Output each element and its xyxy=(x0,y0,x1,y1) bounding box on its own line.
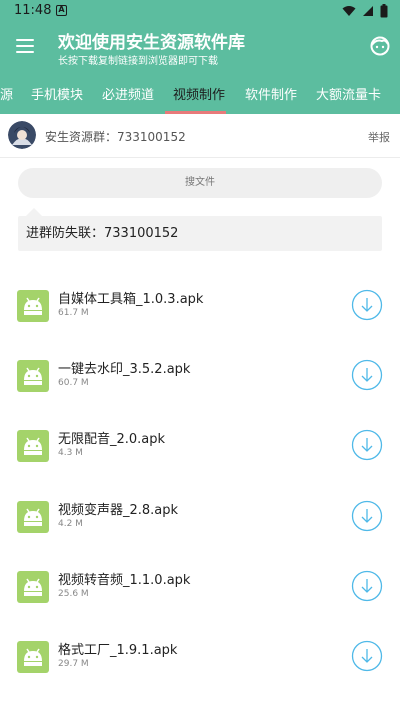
android-icon xyxy=(17,290,49,322)
signal-icon xyxy=(363,6,373,16)
menu-icon[interactable] xyxy=(16,39,34,53)
android-icon xyxy=(17,500,49,533)
file-name: 格式工厂_1.9.1.apk xyxy=(58,642,178,658)
app-subtitle: 长按下载复制链接到浏览器即可下载 xyxy=(58,56,218,67)
report-link[interactable]: 举报 xyxy=(368,129,390,145)
file-item[interactable]: 无限配音_2.0.apk 4.3 M xyxy=(0,410,400,480)
download-icon[interactable] xyxy=(351,289,383,321)
notification-a-icon: A xyxy=(56,5,67,16)
tab-must-join[interactable]: 必进频道 xyxy=(102,84,154,103)
file-name: 无限配音_2.0.apk xyxy=(58,432,166,448)
file-size: 29.7 M xyxy=(58,658,89,669)
search-input[interactable]: 搜文件 xyxy=(18,168,382,198)
file-size: 60.7 M xyxy=(58,378,89,389)
group-info-row[interactable]: 安生资源群：733100152 举报 xyxy=(0,114,400,158)
app-title: 欢迎使用安生资源软件库 xyxy=(58,33,245,53)
battery-icon xyxy=(380,4,388,18)
group-number-text: 安生资源群：733100152 xyxy=(45,130,186,144)
avatar xyxy=(8,121,36,149)
android-icon xyxy=(17,640,49,673)
file-size: 4.2 M xyxy=(58,518,83,529)
file-list: 自媒体工具箱_1.0.3.apk 61.7 M 一键去水印_3.5.2.apk … xyxy=(0,270,400,691)
status-icons xyxy=(342,4,388,18)
status-bar: 11:48 A xyxy=(0,0,400,24)
download-icon[interactable] xyxy=(351,570,383,602)
file-item[interactable]: 视频变声器_2.8.apk 4.2 M xyxy=(0,481,400,551)
android-icon xyxy=(17,570,49,603)
download-icon[interactable] xyxy=(351,640,383,672)
download-icon[interactable] xyxy=(351,500,383,532)
download-icon[interactable] xyxy=(351,359,383,391)
app-bar: 欢迎使用安生资源软件库 长按下载复制链接到浏览器即可下载 xyxy=(0,24,400,72)
tab-phone-modules[interactable]: 手机模块 xyxy=(31,84,83,103)
file-item[interactable]: 视频转音频_1.1.0.apk 25.6 M xyxy=(0,551,400,621)
file-name: 一键去水印_3.5.2.apk xyxy=(58,362,191,378)
file-item[interactable]: 格式工厂_1.9.1.apk 29.7 M xyxy=(0,621,400,691)
status-time: 11:48 xyxy=(14,3,52,18)
android-icon xyxy=(17,430,49,463)
tab-bar: 源 手机模块 必进频道 视频制作 软件制作 大额流量卡 xyxy=(0,72,400,114)
file-name: 自媒体工具箱_1.0.3.apk xyxy=(58,292,204,307)
notice-arrow xyxy=(26,208,42,216)
tab-software-production[interactable]: 软件制作 xyxy=(245,84,297,103)
file-size: 25.6 M xyxy=(58,588,89,599)
file-name: 视频转音频_1.1.0.apk xyxy=(58,572,191,588)
file-item[interactable]: 一键去水印_3.5.2.apk 60.7 M xyxy=(0,340,400,410)
android-icon xyxy=(17,360,49,393)
face-icon[interactable] xyxy=(370,36,390,56)
file-size: 4.3 M xyxy=(58,448,83,459)
file-item[interactable]: 自媒体工具箱_1.0.3.apk 61.7 M xyxy=(0,270,400,340)
wifi-icon xyxy=(342,6,356,16)
tab-video-production[interactable]: 视频制作 xyxy=(173,84,225,103)
tab-data-card[interactable]: 大额流量卡 xyxy=(316,84,381,103)
tab-0[interactable]: 源 xyxy=(0,84,13,103)
download-icon[interactable] xyxy=(351,429,383,461)
file-size: 61.7 M xyxy=(58,308,89,318)
file-name: 视频变声器_2.8.apk xyxy=(58,502,179,518)
notice-box: 进群防失联：733100152 xyxy=(18,216,382,251)
